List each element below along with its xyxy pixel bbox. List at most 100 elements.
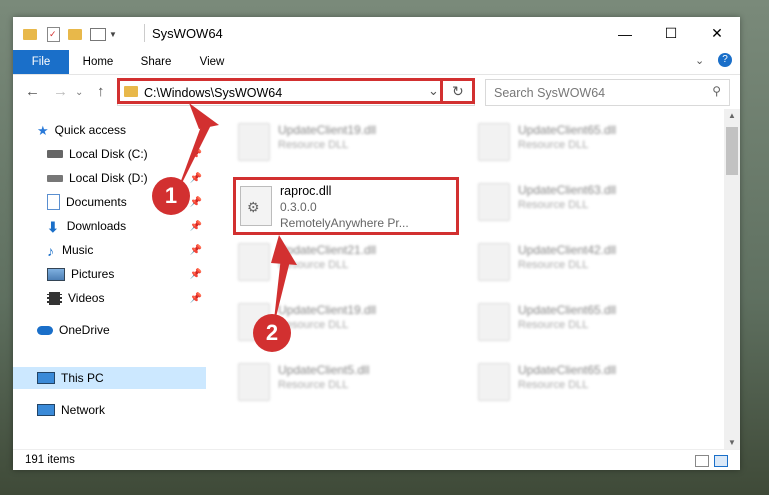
- file-item[interactable]: UpdateClient65.dll Resource DLL: [468, 297, 688, 347]
- file-type: Resource DLL: [518, 319, 589, 331]
- network-icon: [37, 404, 55, 416]
- tab-home[interactable]: Home: [73, 50, 123, 74]
- nav-item-network[interactable]: Network: [13, 399, 206, 421]
- nav-label: Local Disk (D:): [69, 171, 148, 185]
- dll-file-icon: [238, 123, 270, 161]
- file-name: UpdateClient5.dll: [278, 363, 370, 377]
- close-button[interactable]: ✕: [694, 17, 740, 50]
- tab-view[interactable]: View: [187, 50, 237, 74]
- minimize-button[interactable]: —: [602, 17, 648, 50]
- nav-item-quick-access[interactable]: ★ Quick access: [13, 119, 206, 141]
- title-bar: ✓ ▼ SysWOW64 — ☐ ✕: [13, 17, 740, 50]
- nav-label: This PC: [61, 371, 104, 385]
- file-type: Resource DLL: [518, 139, 589, 151]
- drive-icon: [47, 150, 63, 158]
- file-name: UpdateClient65.dll: [518, 303, 617, 317]
- maximize-button[interactable]: ☐: [648, 17, 694, 50]
- refresh-highlight-box: [443, 78, 475, 104]
- nav-label: Network: [61, 403, 106, 417]
- dll-file-icon: [238, 243, 270, 281]
- nav-label: Videos: [68, 291, 105, 305]
- star-icon: ★: [37, 123, 49, 138]
- new-folder-icon[interactable]: [68, 28, 82, 40]
- large-icons-view-icon[interactable]: [714, 455, 728, 467]
- nav-item-local-disk-c[interactable]: Local Disk (C:) 📌: [13, 143, 206, 165]
- navigation-pane: ★ Quick access Local Disk (C:) 📌 Local D…: [13, 109, 206, 449]
- pin-icon[interactable]: 📌: [190, 221, 202, 232]
- videos-icon: [47, 291, 62, 305]
- nav-item-onedrive[interactable]: OneDrive: [13, 319, 206, 341]
- file-name: UpdateClient65.dll: [518, 123, 617, 137]
- nav-item-downloads[interactable]: ⬇ Downloads 📌: [13, 215, 206, 237]
- file-item[interactable]: UpdateClient63.dll Resource DLL: [468, 177, 688, 227]
- pin-icon[interactable]: 📌: [190, 149, 202, 160]
- scroll-down-icon[interactable]: ▼: [728, 438, 736, 447]
- file-type: Resource DLL: [518, 259, 589, 271]
- quick-access-toolbar: ✓ ▼: [23, 26, 117, 42]
- view-options-icon[interactable]: [90, 27, 106, 41]
- dll-file-icon: [478, 363, 510, 401]
- title-divider: [144, 24, 145, 42]
- file-name: UpdateClient19.dll: [278, 303, 377, 317]
- file-type: Resource DLL: [518, 379, 589, 391]
- vertical-scrollbar[interactable]: ▲ ▼: [724, 109, 740, 449]
- file-type: Resource DLL: [278, 379, 349, 391]
- nav-label: Music: [62, 243, 94, 257]
- status-bar: 191 items: [13, 449, 740, 470]
- nav-item-pictures[interactable]: Pictures 📌: [13, 263, 206, 285]
- file-type: Resource DLL: [278, 139, 349, 151]
- file-name: raproc.dll: [280, 184, 332, 198]
- tab-share[interactable]: Share: [131, 50, 181, 74]
- nav-label: Downloads: [66, 219, 127, 233]
- file-item[interactable]: UpdateClient65.dll Resource DLL: [468, 117, 688, 167]
- dll-gear-file-icon: ⚙: [240, 186, 272, 226]
- file-list: UpdateClient19.dll Resource DLL UpdateCl…: [218, 109, 724, 449]
- pin-icon[interactable]: 📌: [190, 173, 202, 184]
- download-icon: ⬇: [47, 219, 59, 235]
- search-placeholder: Search SysWOW64: [494, 86, 606, 100]
- nav-label: Local Disk (C:): [69, 147, 148, 161]
- tab-file[interactable]: File: [13, 50, 69, 74]
- pin-icon[interactable]: 📌: [190, 245, 202, 256]
- customize-dropdown-icon[interactable]: ▼: [109, 30, 117, 39]
- scrollbar-thumb[interactable]: [726, 127, 738, 175]
- file-company: RemotelyAnywhere Pr...: [280, 216, 409, 230]
- pin-icon[interactable]: 📌: [190, 269, 202, 280]
- forward-arrow-icon[interactable]: →: [53, 83, 68, 100]
- properties-icon[interactable]: ✓: [47, 26, 60, 42]
- documents-icon: [47, 194, 60, 210]
- nav-item-this-pc[interactable]: This PC: [13, 367, 206, 389]
- file-name: UpdateClient42.dll: [518, 243, 617, 257]
- music-icon: ♪: [47, 243, 54, 259]
- file-item[interactable]: UpdateClient19.dll Resource DLL: [228, 117, 448, 167]
- pin-icon[interactable]: 📌: [190, 293, 202, 304]
- file-item[interactable]: UpdateClient42.dll Resource DLL: [468, 237, 688, 287]
- step-1-badge: 1: [152, 177, 190, 215]
- nav-item-music[interactable]: ♪ Music 📌: [13, 239, 206, 261]
- selected-file-raproc[interactable]: ⚙ raproc.dll 0.3.0.0 RemotelyAnywhere Pr…: [233, 177, 459, 235]
- dll-file-icon: [238, 363, 270, 401]
- details-view-icon[interactable]: [695, 455, 709, 467]
- file-item[interactable]: UpdateClient65.dll Resource DLL: [468, 357, 688, 407]
- file-version: 0.3.0.0: [280, 200, 317, 214]
- address-row: ← → ⌄ ↑ C:\Windows\SysWOW64 ⌄ ↻ Search S…: [13, 75, 740, 109]
- back-arrow-icon[interactable]: ←: [25, 83, 40, 100]
- nav-item-videos[interactable]: Videos 📌: [13, 287, 206, 309]
- window-title: SysWOW64: [152, 26, 223, 41]
- file-type: Resource DLL: [278, 259, 349, 271]
- scroll-up-icon[interactable]: ▲: [728, 111, 736, 120]
- ribbon: File Home Share View ⌄ ?: [13, 50, 740, 75]
- help-icon[interactable]: ?: [718, 53, 732, 67]
- file-item[interactable]: UpdateClient5.dll Resource DLL: [228, 357, 448, 407]
- recent-locations-chevron-icon[interactable]: ⌄: [75, 87, 83, 98]
- search-input[interactable]: Search SysWOW64 ⚲: [485, 79, 730, 106]
- pin-icon[interactable]: 📌: [190, 197, 202, 208]
- folder-icon[interactable]: [23, 28, 37, 40]
- up-arrow-icon[interactable]: ↑: [97, 83, 105, 100]
- dll-file-icon: [478, 183, 510, 221]
- item-count: 191 items: [25, 454, 75, 466]
- expand-ribbon-icon[interactable]: ⌄: [695, 54, 704, 67]
- file-item[interactable]: UpdateClient21.dll Resource DLL: [228, 237, 448, 287]
- nav-label: OneDrive: [59, 323, 110, 337]
- nav-label: Pictures: [71, 267, 115, 281]
